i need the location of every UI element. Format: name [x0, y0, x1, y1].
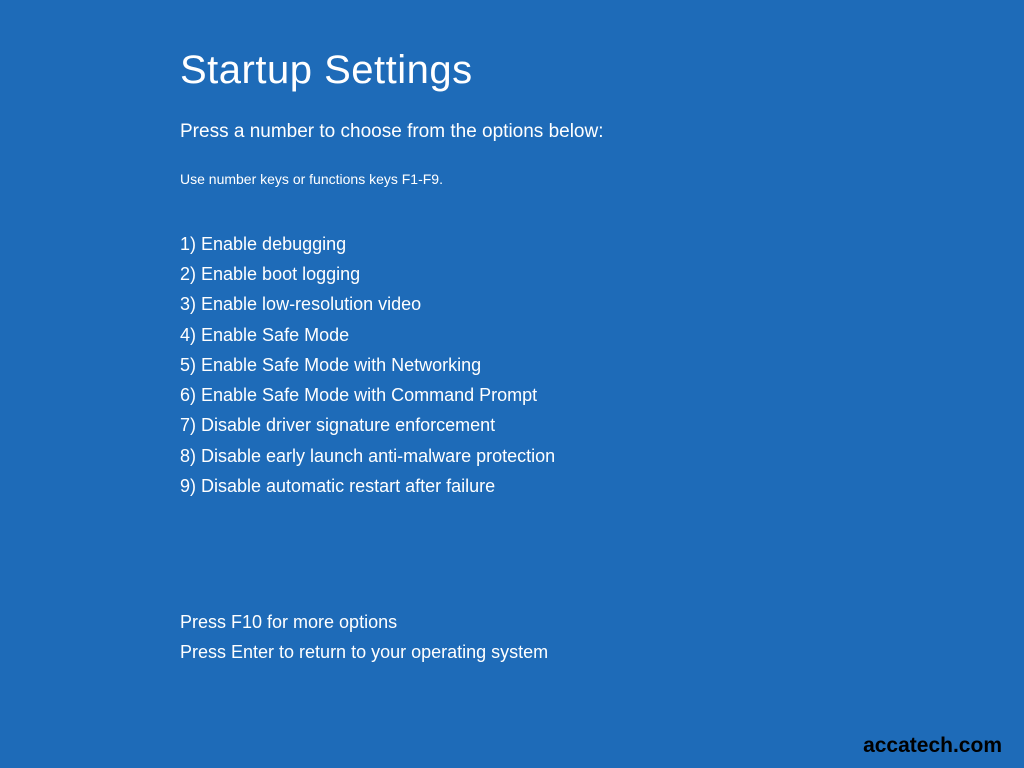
option-enable-safe-mode-networking[interactable]: 5) Enable Safe Mode with Networking	[180, 350, 1024, 380]
page-title: Startup Settings	[180, 48, 1024, 93]
more-options-text[interactable]: Press F10 for more options	[180, 607, 1024, 637]
startup-settings-screen: Startup Settings Press a number to choos…	[0, 0, 1024, 668]
option-enable-safe-mode[interactable]: 4) Enable Safe Mode	[180, 320, 1024, 350]
return-option-text[interactable]: Press Enter to return to your operating …	[180, 637, 1024, 667]
option-disable-automatic-restart[interactable]: 9) Disable automatic restart after failu…	[180, 471, 1024, 501]
option-enable-debugging[interactable]: 1) Enable debugging	[180, 229, 1024, 259]
instruction-text: Press a number to choose from the option…	[180, 121, 1024, 143]
options-list: 1) Enable debugging 2) Enable boot loggi…	[180, 229, 1024, 501]
option-enable-safe-mode-command-prompt[interactable]: 6) Enable Safe Mode with Command Prompt	[180, 380, 1024, 410]
hint-text: Use number keys or functions keys F1-F9.	[180, 171, 1024, 187]
option-disable-anti-malware[interactable]: 8) Disable early launch anti-malware pro…	[180, 441, 1024, 471]
footer-options: Press F10 for more options Press Enter t…	[180, 607, 1024, 667]
option-disable-driver-signature[interactable]: 7) Disable driver signature enforcement	[180, 410, 1024, 440]
watermark-text: accatech.com	[863, 734, 1002, 758]
option-enable-boot-logging[interactable]: 2) Enable boot logging	[180, 259, 1024, 289]
option-enable-low-resolution-video[interactable]: 3) Enable low-resolution video	[180, 289, 1024, 319]
